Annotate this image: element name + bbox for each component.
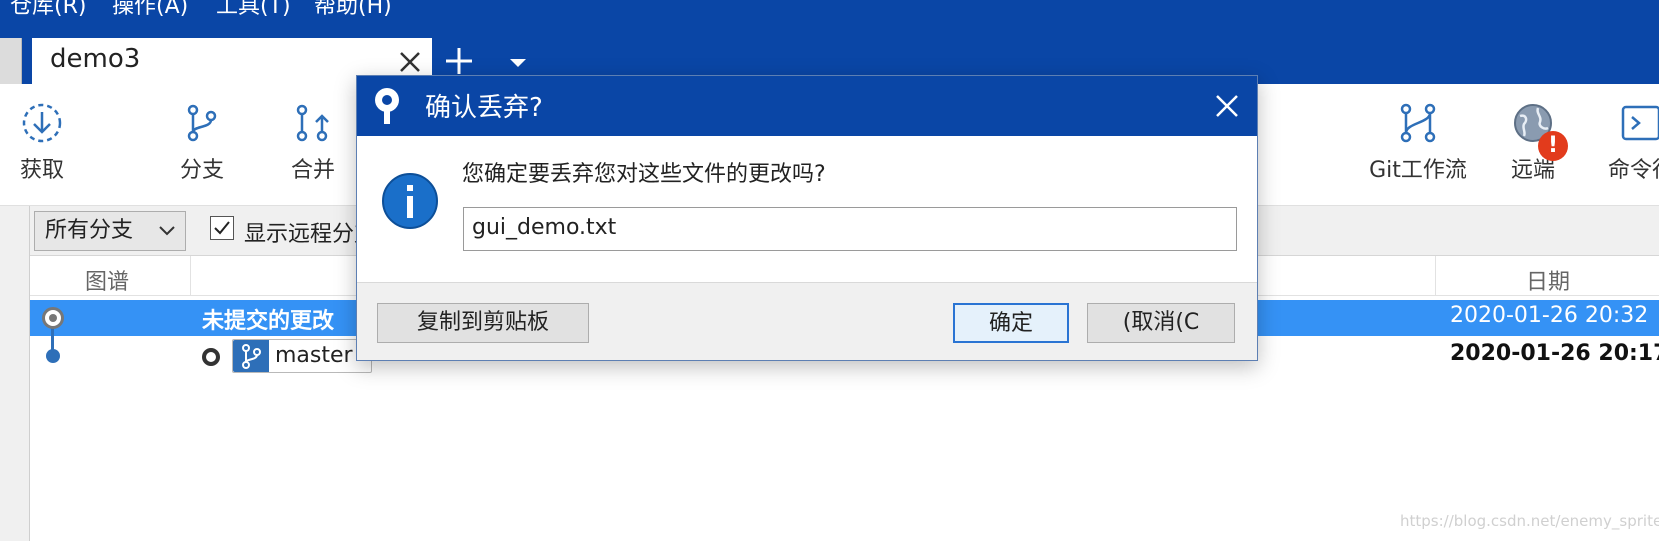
checkmark-icon: [214, 221, 230, 235]
menu-help[interactable]: 帮助(H): [314, 0, 392, 22]
file-list-field[interactable]: gui_demo.txt: [463, 207, 1237, 251]
column-divider[interactable]: [190, 256, 191, 296]
sourcetree-icon: [375, 88, 399, 124]
commit-date: 2020-01-26 20:17: [1450, 341, 1659, 366]
close-icon[interactable]: [1213, 92, 1241, 120]
commit-message: 未提交的更改: [202, 309, 335, 334]
branch-label: 分支: [179, 158, 224, 183]
tab-scroll-left[interactable]: [0, 38, 22, 84]
menu-repository[interactable]: 仓库(R): [10, 0, 86, 22]
dialog-footer: 复制到剪贴板 确定 (取消(C: [357, 282, 1257, 360]
confirm-discard-dialog: 确认丢弃? 您确定要丢弃您对这些文件的更改吗? gui_demo.txt 复制到…: [356, 75, 1258, 361]
cancel-button[interactable]: (取消(C: [1087, 303, 1235, 343]
branch-tag-icon: [233, 340, 269, 372]
close-tab-icon[interactable]: [398, 50, 422, 74]
dialog-titlebar[interactable]: 确认丢弃?: [357, 76, 1257, 136]
branch-icon: [187, 104, 217, 142]
tab-label: demo3: [50, 44, 141, 74]
graph-node-uncommitted: [42, 307, 64, 329]
graph-node-commit: [46, 349, 60, 363]
left-gutter: [0, 206, 30, 541]
fetch-label: 获取: [19, 158, 64, 183]
column-graph[interactable]: 图谱: [85, 264, 129, 296]
menu-actions[interactable]: 操作(A): [112, 0, 188, 22]
remote-alert-badge: !: [1538, 131, 1568, 161]
ok-button[interactable]: 确定: [953, 303, 1069, 343]
fetch-icon: [22, 103, 62, 143]
tab-dropdown-icon[interactable]: [508, 56, 528, 70]
show-remote-checkbox[interactable]: [210, 216, 234, 240]
menu-tools[interactable]: 工具(T): [216, 0, 291, 22]
git-flow-button[interactable]: Git工作流: [1362, 102, 1474, 184]
fetch-button[interactable]: 获取: [14, 102, 70, 184]
head-ref-icon: [202, 348, 220, 366]
branch-filter-select[interactable]: 所有分支: [34, 211, 186, 251]
git-flow-label: Git工作流: [1369, 158, 1467, 183]
terminal-icon: [1621, 105, 1659, 141]
branch-button[interactable]: 分支: [172, 102, 232, 184]
merge-icon: [296, 104, 329, 142]
dialog-title: 确认丢弃?: [425, 93, 543, 123]
copy-to-clipboard-button[interactable]: 复制到剪贴板: [377, 303, 589, 343]
add-tab-icon[interactable]: [444, 46, 474, 76]
branch-tag-label: master: [275, 343, 353, 368]
dialog-message: 您确定要丢弃您对这些文件的更改吗?: [462, 162, 826, 187]
branch-filter-value: 所有分支: [45, 218, 134, 243]
merge-button[interactable]: 合并: [286, 102, 340, 184]
merge-label: 合并: [290, 158, 335, 183]
terminal-button[interactable]: 命令行: [1596, 102, 1659, 184]
branch-tag-master[interactable]: master: [232, 339, 372, 373]
terminal-label: 命令行: [1607, 158, 1659, 183]
watermark: https://blog.csdn.net/enemy_sprites: [1400, 512, 1659, 530]
column-date[interactable]: 日期: [1526, 264, 1570, 296]
menu-bar: 仓库(R) 操作(A) 工具(T) 帮助(H): [0, 0, 1659, 38]
chevron-down-icon: [159, 226, 175, 236]
git-flow-icon: [1400, 103, 1436, 143]
info-icon: [382, 173, 438, 229]
column-divider[interactable]: [1435, 256, 1436, 296]
commit-date: 2020-01-26 20:32: [1450, 303, 1649, 328]
